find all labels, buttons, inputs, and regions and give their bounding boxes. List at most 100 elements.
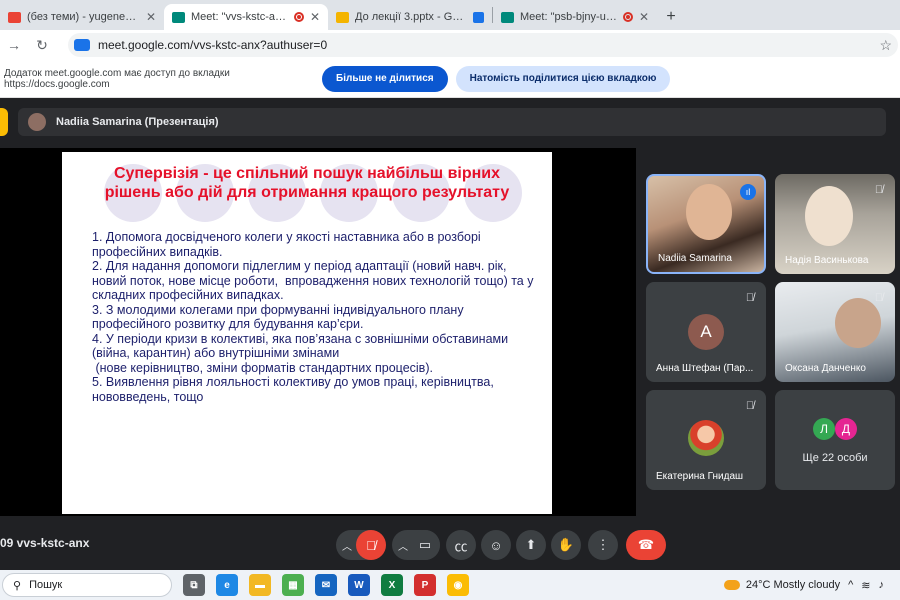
camera-toggle-button[interactable]: ▭: [410, 530, 440, 560]
presentation-slide: Супервізія - це спільний пошук найбільш …: [62, 152, 552, 514]
pdf-icon[interactable]: P: [414, 574, 436, 596]
present-button[interactable]: ⬆: [516, 530, 546, 560]
weather-icon: [723, 580, 740, 590]
browser-toolbar: → ↻ meet.google.com/vvs-kstc-anx?authuse…: [0, 30, 900, 60]
slide-paragraph: 1. Допомога досвідченого колеги у якості…: [92, 230, 485, 259]
avatar: Л: [813, 418, 835, 440]
excel-icon[interactable]: X: [381, 574, 403, 596]
address-bar[interactable]: meet.google.com/vvs-kstc-anx?authuser=0 …: [68, 33, 898, 57]
search-label: Пошук: [29, 579, 63, 591]
participant-video: [686, 184, 732, 240]
avatar: [28, 113, 46, 131]
mic-control: ︿ 🎙̸: [336, 530, 386, 560]
system-tray: 24°C Mostly cloudy ^ ≋ ♪: [723, 579, 900, 592]
participant-name: Оксана Данченко: [785, 363, 866, 374]
presentation-stage: Супервізія - це спільний пошук найбільш …: [0, 148, 636, 516]
tab-title: (без теми) - yugene35@gmail.c: [27, 11, 140, 23]
forward-icon[interactable]: →: [0, 37, 28, 53]
mic-off-icon: 🎙̸: [874, 292, 884, 304]
browser-tab-slides[interactable]: До лекції 3.pptx - Google: [328, 4, 492, 30]
wifi-icon[interactable]: ≋: [861, 579, 870, 592]
meet-icon: [501, 11, 514, 23]
participant-name: Анна Штефан (Пар...: [656, 363, 754, 374]
slide-paragraph: 3. З молодими колегами при формуванні ін…: [92, 302, 468, 332]
participant-name: Екатерина Гнидаш: [656, 471, 744, 482]
url-text: meet.google.com/vvs-kstc-anx?authuser=0: [98, 38, 328, 52]
browser-tab-strip: (без теми) - yugene35@gmail.c ✕ Meet: "v…: [0, 0, 900, 30]
sharing-message: Додаток meet.google.com має доступ до вк…: [4, 67, 230, 90]
participant-tile[interactable]: 🎙̸ А Анна Штефан (Пар...: [646, 282, 766, 382]
close-tab-icon[interactable]: ✕: [639, 10, 649, 24]
captions-button[interactable]: ㏄: [446, 530, 476, 560]
more-participants-tile[interactable]: Л Д Ще 22 особи: [775, 390, 895, 490]
slides-icon: [336, 11, 349, 23]
tab-title: Meet: "vvs-kstc-anx": [191, 11, 290, 23]
store-icon[interactable]: ▦: [282, 574, 304, 596]
slide-title: Супервізія - це спільний пошук найбільш …: [62, 164, 552, 202]
present-icon: ⬆: [525, 537, 537, 552]
chevron-up-icon[interactable]: ︿: [398, 538, 408, 553]
tab-title: До лекції 3.pptx - Google: [355, 11, 469, 23]
speaking-indicator-icon: ıl: [740, 184, 756, 200]
chevron-up-icon[interactable]: ︿: [342, 538, 352, 553]
browser-tab-meet-vvs[interactable]: Meet: "vvs-kstc-anx" ✕: [164, 4, 328, 30]
meeting-code: 09 vvs-kstc-anx: [0, 536, 90, 550]
camera-icon: ▭: [418, 537, 432, 552]
mic-off-icon: 🎙̸: [874, 184, 884, 196]
bookmark-star-icon[interactable]: ☆: [879, 37, 892, 54]
reload-icon[interactable]: ↻: [28, 37, 56, 54]
browser-tab-meet-psb[interactable]: Meet: "psb-bjny-uug" ✕: [493, 4, 657, 30]
hand-icon: ✋: [557, 537, 575, 552]
hangup-icon: ☎: [637, 537, 655, 552]
task-view-icon[interactable]: ⧉: [183, 574, 205, 596]
new-tab-button[interactable]: +: [657, 4, 685, 30]
chevron-up-icon[interactable]: ^: [848, 579, 853, 591]
slide-paragraph: 2. Для надання допомоги підлеглим у пері…: [92, 259, 537, 302]
avatar: [688, 420, 724, 456]
mail-icon[interactable]: ✉: [315, 574, 337, 596]
volume-icon[interactable]: ♪: [879, 579, 885, 591]
participant-name: Надія Васинькова: [785, 255, 869, 266]
camera-control: ︿ ▭: [392, 530, 440, 560]
windows-taskbar: ⚲ Пошук ⧉ e ▬ ▦ ✉ W X P ◉ 24°C Mostly cl…: [0, 570, 900, 600]
reactions-button[interactable]: ☺: [481, 530, 511, 560]
gmail-icon: [8, 11, 21, 23]
meet-icon: [74, 39, 90, 51]
browser-tab-gmail[interactable]: (без теми) - yugene35@gmail.c ✕: [0, 4, 164, 30]
chrome-icon[interactable]: ◉: [447, 574, 469, 596]
taskbar-search[interactable]: ⚲ Пошук: [2, 573, 172, 597]
slide-paragraph: 4. У періоди кризи в колективі, яка пов’…: [92, 331, 509, 375]
participant-tile[interactable]: 🎙̸ Оксана Данченко: [775, 282, 895, 382]
recording-icon: [622, 12, 633, 22]
more-options-button[interactable]: ⋮: [588, 530, 618, 560]
more-participants-count: Ще 22 особи: [802, 452, 868, 464]
close-tab-icon[interactable]: ✕: [146, 10, 156, 24]
close-tab-icon[interactable]: ✕: [310, 10, 320, 24]
mic-off-icon: 🎙̸: [745, 400, 755, 412]
edge-icon[interactable]: e: [216, 574, 238, 596]
participant-tile[interactable]: 🎙̸ Екатерина Гнидаш: [646, 390, 766, 490]
file-explorer-icon[interactable]: ▬: [249, 574, 271, 596]
share-this-tab-button[interactable]: Натомість поділитися цією вкладкою: [455, 65, 671, 92]
tab-title: Meet: "psb-bjny-uug": [520, 11, 619, 23]
slide-paragraph: 5. Виявлення рівня лояльності колективу …: [92, 375, 498, 404]
stop-sharing-button[interactable]: Більше не ділитися: [322, 65, 448, 92]
search-icon: ⚲: [13, 579, 22, 592]
avatar: А: [688, 314, 724, 350]
word-icon[interactable]: W: [348, 574, 370, 596]
participant-tile[interactable]: ıl Nadiia Samarina: [646, 174, 766, 274]
more-vert-icon: ⋮: [596, 537, 610, 552]
meet-icon: [172, 11, 185, 23]
mic-toggle-button[interactable]: 🎙̸: [356, 530, 386, 560]
meet-app: Nadiia Samarina (Презентація) Супервізія…: [0, 98, 900, 570]
slide-body: 1. Допомога досвідченого колеги у якості…: [92, 230, 542, 404]
leave-call-button[interactable]: ☎: [626, 530, 666, 560]
slide-title-line: рішень або дій для отримання кращого рез…: [104, 184, 510, 201]
call-controls: 09 vvs-kstc-anx ︿ 🎙̸ ︿ ▭ ㏄ ☺ ⬆ ✋ ⋮ ☎: [0, 526, 900, 566]
raise-hand-button[interactable]: ✋: [551, 530, 581, 560]
presenter-bar: Nadiia Samarina (Презентація): [18, 108, 886, 136]
participant-video: [805, 186, 853, 246]
weather-text[interactable]: 24°C Mostly cloudy: [746, 579, 840, 591]
share-tab-icon: [473, 11, 484, 23]
participant-tile[interactable]: 🎙̸ Надія Васинькова: [775, 174, 895, 274]
